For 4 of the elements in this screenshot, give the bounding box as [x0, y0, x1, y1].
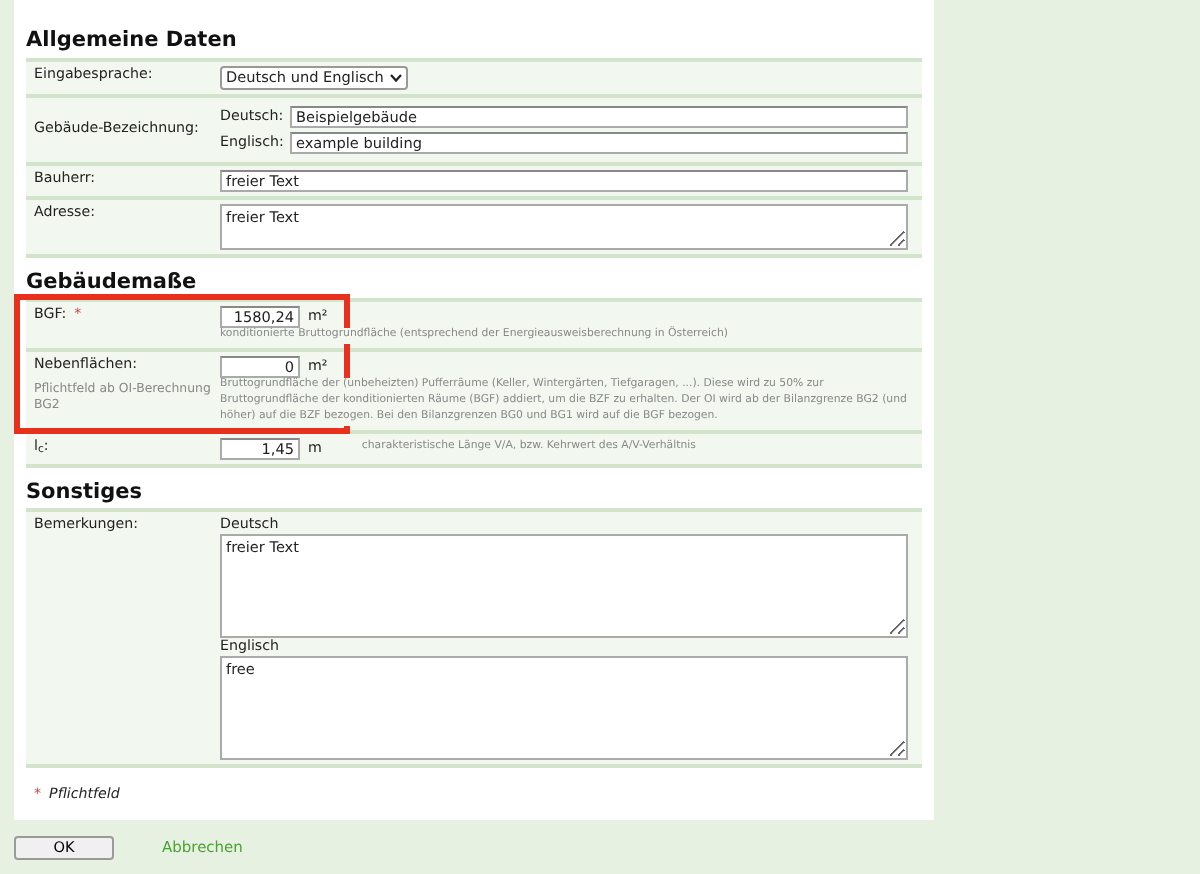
section-heading: Gebäudemaße	[26, 269, 199, 295]
section-heading: Sonstiges	[26, 479, 145, 505]
caret-icon	[389, 73, 402, 82]
section-heading: Allgemeine Daten	[26, 28, 239, 54]
